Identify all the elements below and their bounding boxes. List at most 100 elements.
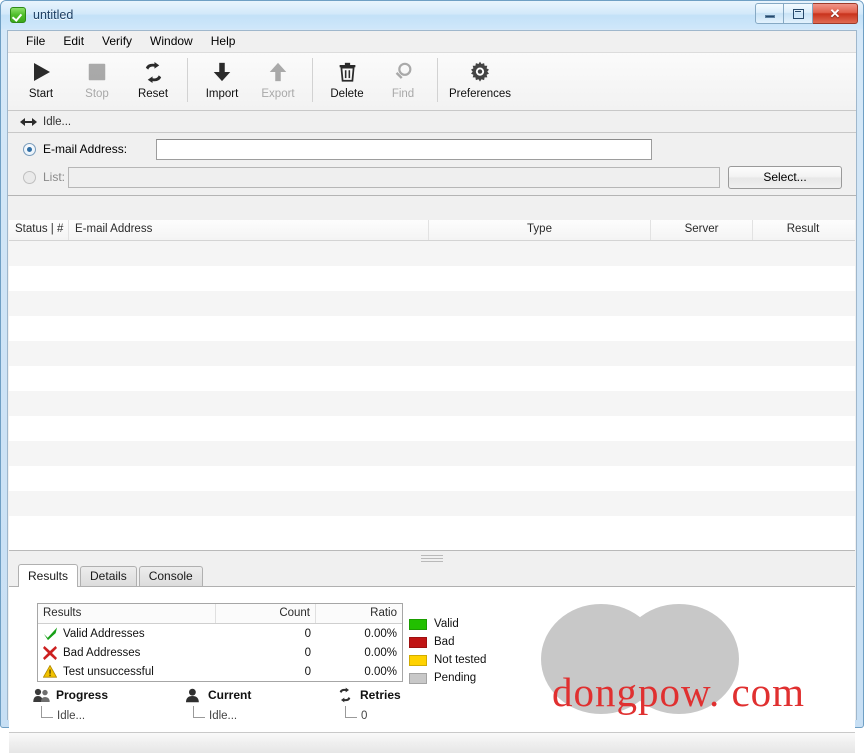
metric-progress-value: Idle... [57, 710, 86, 722]
table-row[interactable] [9, 391, 855, 416]
stop-button[interactable]: Stop [69, 56, 125, 106]
start-label: Start [28, 88, 54, 100]
trash-icon [333, 59, 361, 85]
column-header-email[interactable]: E-mail Address [69, 220, 429, 240]
column-header-type[interactable]: Type [429, 220, 651, 240]
green-check-icon [43, 626, 58, 641]
tab-details[interactable]: Details [80, 566, 137, 586]
title-bar[interactable]: untitled ✕ [1, 1, 863, 29]
tab-results[interactable]: Results [18, 564, 79, 587]
table-row[interactable] [9, 241, 855, 266]
preferences-label: Preferences [448, 88, 511, 100]
close-button[interactable]: ✕ [813, 3, 858, 24]
reset-button[interactable]: Reset [125, 56, 181, 106]
client-area: File Edit Verify Window Help Start Stop [7, 30, 857, 753]
minimize-button[interactable] [755, 3, 784, 24]
chart-legend: Valid Bad Not tested Pending [409, 615, 486, 687]
results-ratio-bad: 0.00% [364, 646, 397, 659]
legend-item-valid: Valid [409, 615, 486, 633]
column-header-status[interactable]: Status | # [9, 220, 69, 240]
tree-elbow-icon [345, 706, 357, 718]
results-ratio-valid: 0.00% [364, 627, 397, 640]
table-row[interactable] [9, 316, 855, 341]
stop-label: Stop [85, 88, 109, 100]
start-button[interactable]: Start [13, 56, 69, 106]
legend-label-pending: Pending [434, 672, 477, 684]
results-row-bad[interactable]: Bad Addresses 0 0.00% [38, 643, 402, 662]
address-table[interactable]: Status | # E-mail Address Type Server Re… [9, 220, 855, 551]
legend-item-bad: Bad [409, 633, 486, 651]
metric-current-value: Idle... [209, 710, 238, 722]
results-count-bad: 0 [304, 646, 311, 659]
maximize-button[interactable] [784, 3, 813, 24]
export-label: Export [261, 88, 295, 100]
menu-item-edit[interactable]: Edit [54, 32, 93, 51]
table-row[interactable] [9, 291, 855, 316]
toolbar: Start Stop Reset Import Export Delete Fi… [8, 53, 856, 111]
results-label-valid: Valid Addresses [63, 627, 145, 640]
arrow-up-icon [264, 59, 292, 85]
menu-item-verify[interactable]: Verify [93, 32, 141, 51]
window-controls: ✕ [755, 3, 858, 24]
results-col-ratio: Ratio [370, 607, 397, 619]
metric-current-label: Current [208, 688, 252, 702]
table-row[interactable] [9, 416, 855, 441]
email-radio[interactable] [23, 142, 36, 156]
magnifier-icon [389, 59, 417, 85]
results-label-bad: Bad Addresses [63, 646, 141, 659]
red-x-icon [43, 645, 58, 660]
results-table-header: Results Count Ratio [38, 604, 402, 624]
find-button[interactable]: Find [375, 56, 431, 106]
close-icon: ✕ [829, 6, 841, 21]
legend-item-pending: Pending [409, 669, 486, 687]
panel-splitter[interactable] [9, 551, 855, 565]
users-icon [33, 687, 51, 703]
menu-item-window[interactable]: Window [141, 32, 202, 51]
results-count-valid: 0 [304, 627, 311, 640]
maximize-icon [792, 8, 804, 19]
tab-console[interactable]: Console [138, 566, 203, 586]
table-row[interactable] [9, 441, 855, 466]
table-row[interactable] [9, 466, 855, 491]
refresh-icon [337, 687, 355, 703]
table-row[interactable] [9, 491, 855, 516]
email-row: E-mail Address: [8, 138, 856, 160]
import-button[interactable]: Import [194, 56, 250, 106]
list-radio-label: List: [43, 170, 66, 184]
splitter-grip-icon [421, 554, 443, 562]
check-badge-icon [10, 7, 26, 23]
list-input[interactable] [68, 166, 720, 188]
app-window: untitled ✕ File Edit Verify Window Help [0, 0, 864, 753]
column-header-server[interactable]: Server [651, 220, 753, 240]
metric-current: Current Idle... [185, 687, 251, 722]
table-row[interactable] [9, 516, 855, 541]
menu-item-help[interactable]: Help [202, 32, 245, 51]
results-panel: Results Count Ratio Valid Addresses 0 0.… [9, 587, 855, 732]
table-row[interactable] [9, 366, 855, 391]
results-count-unsuccessful: 0 [304, 665, 311, 678]
preferences-button[interactable]: Preferences [444, 56, 516, 106]
play-icon [27, 59, 55, 85]
email-input[interactable] [156, 138, 652, 160]
column-header-result[interactable]: Result [753, 220, 853, 240]
export-button[interactable]: Export [250, 56, 306, 106]
table-row[interactable] [9, 266, 855, 291]
bottom-status-bar [9, 732, 855, 753]
select-button[interactable]: Select... [728, 165, 842, 189]
status-strip: Idle... [8, 111, 856, 133]
metric-progress-label: Progress [56, 688, 109, 702]
warning-triangle-icon [43, 665, 58, 679]
menu-item-file[interactable]: File [17, 32, 54, 51]
list-radio[interactable] [23, 170, 36, 184]
table-body [9, 241, 855, 550]
delete-button[interactable]: Delete [319, 56, 375, 106]
legend-swatch-pending [409, 672, 427, 684]
metric-retries-value: 0 [361, 710, 368, 722]
table-row[interactable] [9, 341, 855, 366]
results-summary-table: Results Count Ratio Valid Addresses 0 0.… [37, 603, 403, 682]
legend-item-not-tested: Not tested [409, 651, 486, 669]
input-panel: E-mail Address: List: Select... [8, 133, 856, 196]
results-row-valid[interactable]: Valid Addresses 0 0.00% [38, 624, 402, 643]
delete-label: Delete [330, 88, 364, 100]
results-row-unsuccessful[interactable]: Test unsuccessful 0 0.00% [38, 662, 402, 681]
